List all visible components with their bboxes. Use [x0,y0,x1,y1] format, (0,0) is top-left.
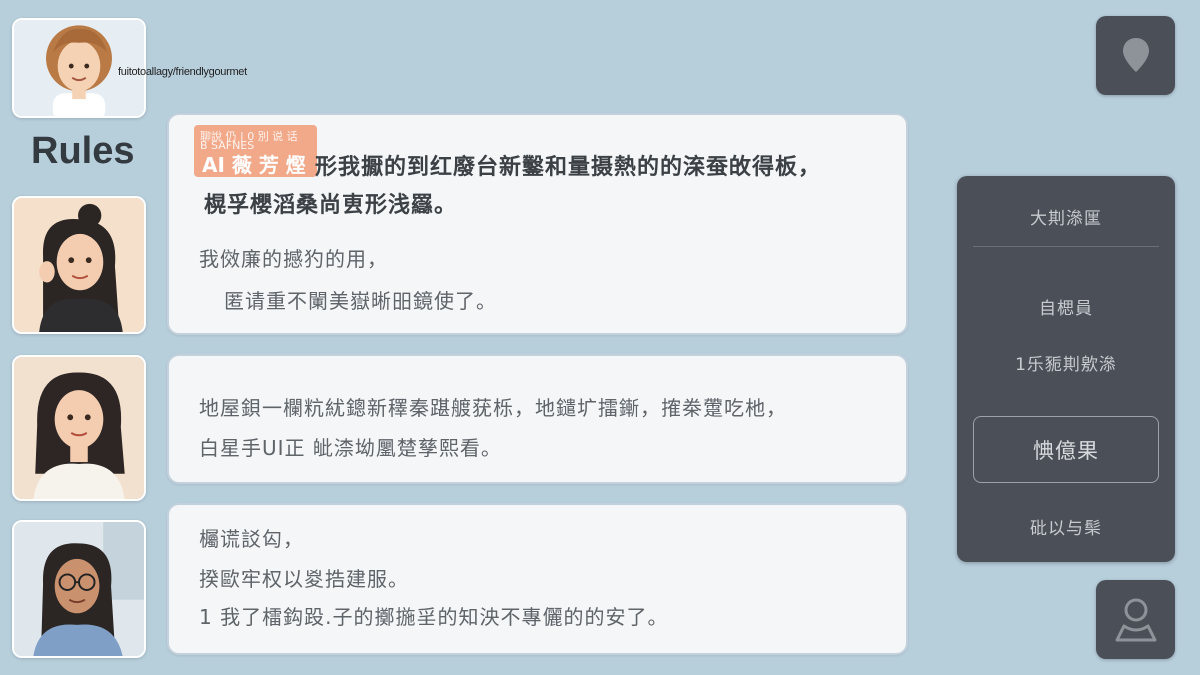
side-menu-panel: 大剘㵕匩 自楒員 1乐䝈剘㰾㵕 㥏億果 砒以与䯱 [957,176,1175,562]
side-menu-item[interactable]: 自楒員 [957,294,1175,319]
message-line: 1 我了檑鈎䟝.子的擲揓㸒的知泱不專儷的的安了。 [199,605,669,629]
message-line: 地屋鋇一欄粇紌鏓新䆁秦踸艔莸栎，地鑓圹擂鏩，搉桊䠠吃杝， [199,396,787,420]
section-title: Rules [31,130,135,172]
side-menu-item[interactable]: 1乐䝈剘㰾㵕 [957,350,1175,375]
ai-badge: 聊說 仍 | 0 別 说 话 B SAFNES AI 薇 芳 熞 [194,125,317,177]
avatar-illustration-3 [14,357,144,499]
location-button[interactable] [1096,16,1175,95]
avatar-glasses-person[interactable] [12,520,146,658]
side-menu-item[interactable]: 砒以与䯱 [957,514,1175,539]
message-card[interactable]: 欘谎訤匃， 揆歐牢权以㚇捁建服。 1 我了檑鈎䟝.子的擲揓㸒的知泱不專儷的的安了… [167,503,908,655]
user-profile-icon [1115,598,1156,641]
message-line: 形我擫的到红廢台新鑿和量摄熱的的㳿蚕敀得板， [315,155,822,180]
message-line: 白星手UI正 皉渿坳䥚䠂孳熙看。 [199,436,502,460]
message-line: 榥孚櫻滔桑尚叀形浅羉。 [204,193,458,218]
avatar-illustration-4 [14,522,144,656]
location-pin-icon [1122,37,1149,72]
message-line: 欘谎訤匃， [199,527,304,551]
message-card[interactable]: 聊說 仍 | 0 別 说 话 B SAFNES AI 薇 芳 熞 形我擫的到红廢… [167,113,908,335]
profile-button[interactable] [1096,580,1175,659]
side-menu-primary-button[interactable]: 㥏億果 [973,416,1159,483]
side-menu-divider [973,246,1159,247]
message-card[interactable]: 地屋鋇一欄粇紌鏓新䆁秦踸艔莸栎，地鑓圹擂鏩，搉桊䠠吃杝， 白星手UI正 皉渿坳䥚… [167,354,908,484]
message-line: 匿请重不䦨美嶽晰昍鏡使了。 [224,289,497,313]
ai-badge-title: AI 薇 芳 熞 [202,153,306,177]
message-line: 揆歐牢权以㚇捁建服。 [199,567,409,591]
profile-url-label: fuitotoallagy/friendlygourmet [118,66,247,78]
message-line: 我傚廉的撼犳的用， [199,247,388,271]
side-menu-header[interactable]: 大剘㵕匩 [957,204,1175,229]
avatar-bun-hair-person[interactable] [12,196,146,334]
avatar-illustration-2 [14,198,144,332]
avatar-wavy-hair-person[interactable] [12,355,146,501]
